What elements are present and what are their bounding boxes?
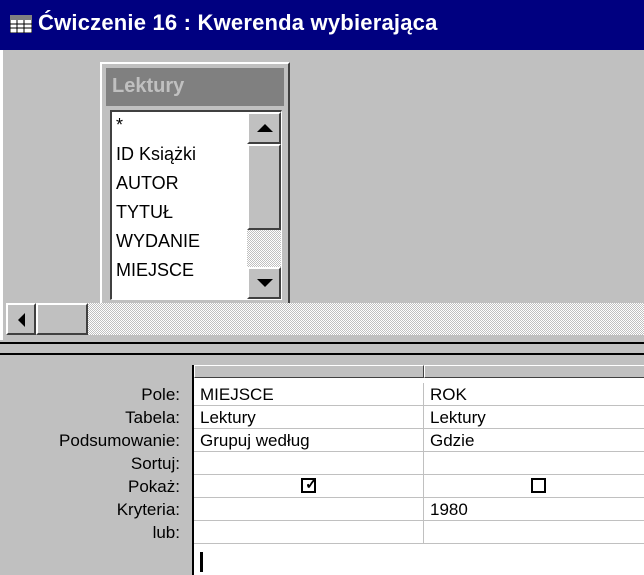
- text-caret: [200, 552, 203, 572]
- splitter-line: [0, 342, 644, 344]
- cell-lub[interactable]: [424, 521, 644, 544]
- field-list[interactable]: * ID Książki AUTOR TYTUŁ WYDANIE MIEJSCE: [110, 110, 282, 300]
- cell-sortuj[interactable]: [194, 452, 424, 475]
- field-list-item[interactable]: TYTUŁ: [116, 202, 173, 223]
- cell-tabela[interactable]: Lektury: [424, 406, 644, 429]
- column-selector[interactable]: [194, 365, 424, 378]
- arrow-left-icon: [18, 313, 25, 327]
- design-grid[interactable]: MIEJSCE Lektury Grupuj według ✓ ROK Lekt…: [192, 365, 644, 575]
- scroll-thumb[interactable]: [247, 144, 281, 230]
- row-label-pokaz: Pokaż:: [128, 477, 180, 496]
- arrow-down-icon: [257, 279, 273, 287]
- cell-podsumowanie[interactable]: Gdzie: [424, 429, 644, 452]
- row-label-kryteria: Kryteria:: [116, 500, 180, 519]
- field-list-item[interactable]: WYDANIE: [116, 231, 200, 252]
- scroll-down-button[interactable]: [247, 267, 281, 299]
- cell-pokaz: ✓: [194, 475, 424, 498]
- show-checkbox[interactable]: [531, 478, 546, 493]
- window-title: Ćwiczenie 16 : Kwerenda wybierająca: [38, 10, 438, 35]
- row-label-sortuj: Sortuj:: [130, 454, 180, 473]
- scroll-left-button[interactable]: [6, 303, 36, 335]
- row-label-lub: lub:: [152, 523, 180, 542]
- cell-podsumowanie[interactable]: Grupuj według: [194, 429, 424, 452]
- row-label-tabela: Tabela:: [125, 408, 180, 427]
- cell-pokaz: [424, 475, 644, 498]
- pane-splitter[interactable]: [0, 340, 644, 360]
- table-lektury[interactable]: Lektury * ID Książki AUTOR TYTUŁ WYDANIE…: [100, 62, 290, 307]
- cell-kryteria[interactable]: 1980: [424, 498, 644, 521]
- row-label-pole: Pole:: [141, 385, 180, 404]
- row-label-podsumowanie: Podsumowanie:: [59, 431, 180, 450]
- table-pane-hscrollbar[interactable]: [6, 303, 644, 335]
- field-list-item[interactable]: MIEJSCE: [116, 260, 194, 281]
- cell-sortuj[interactable]: [424, 452, 644, 475]
- cell-kryteria[interactable]: [194, 498, 424, 521]
- table-title[interactable]: Lektury: [106, 68, 284, 106]
- field-list-item[interactable]: AUTOR: [116, 173, 179, 194]
- cell-lub[interactable]: [194, 521, 424, 544]
- cell-pole[interactable]: ROK: [424, 383, 644, 406]
- title-bar[interactable]: Ćwiczenie 16 : Kwerenda wybierająca: [0, 0, 644, 50]
- hscroll-thumb[interactable]: [36, 303, 88, 335]
- arrow-up-icon: [257, 124, 273, 132]
- column-selector[interactable]: [424, 365, 644, 378]
- field-list-scrollbar[interactable]: [247, 112, 281, 299]
- design-grid-pane: Pole: Tabela: Podsumowanie: Sortuj: Poka…: [0, 360, 644, 575]
- show-checkbox[interactable]: ✓: [301, 476, 318, 493]
- field-list-item[interactable]: ID Książki: [116, 144, 196, 165]
- query-icon: [10, 15, 32, 33]
- table-pane: Lektury * ID Książki AUTOR TYTUŁ WYDANIE…: [0, 50, 644, 340]
- cell-tabela[interactable]: Lektury: [194, 406, 424, 429]
- cell-pole[interactable]: MIEJSCE: [194, 383, 424, 406]
- checkmark-icon: ✓: [305, 476, 318, 493]
- field-list-item[interactable]: *: [116, 115, 123, 136]
- scroll-up-button[interactable]: [247, 112, 281, 144]
- splitter-line: [0, 353, 644, 355]
